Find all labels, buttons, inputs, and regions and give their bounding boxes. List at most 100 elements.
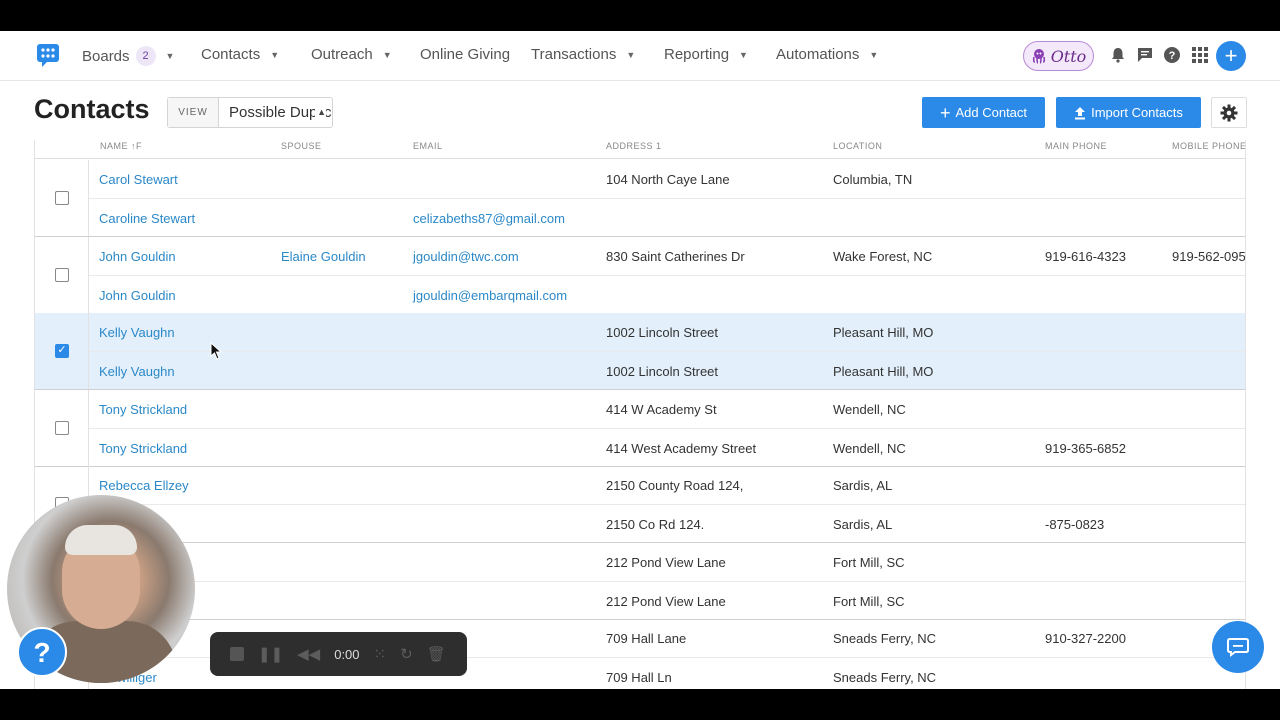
cell-location: Sardis, AL [833, 478, 893, 493]
help-circle-icon[interactable]: ? [1163, 46, 1181, 64]
cell-location: Pleasant Hill, MO [833, 325, 934, 340]
cell-address: 104 North Caye Lane [606, 172, 730, 187]
nav-boards[interactable]: Boards 2 ▼ [82, 46, 174, 66]
restart-icon[interactable]: ↻ [400, 645, 413, 663]
nav-transactions-label: Transactions [531, 46, 617, 63]
chevron-down-icon: ▼ [382, 49, 392, 60]
view-select[interactable]: Possible Duplicates ▲ [219, 98, 332, 127]
duplicate-group: Rebecca Ellzey 2150 County Road 124, Sardi… [35, 466, 1245, 543]
top-navigation: Boards 2 ▼ Contacts ▼ Outreach ▼ Online … [0, 31, 1280, 81]
cell-address: 1002 Lincoln Street [606, 325, 719, 340]
group-checkbox[interactable]: ✓ [55, 344, 69, 358]
cell-main-phone: 910-327-2200 [1045, 631, 1126, 646]
table-row[interactable]: John Gouldin Elaine Gouldin jgouldin@twc.c… [89, 237, 1245, 275]
select-cell [35, 389, 89, 466]
column-header-address[interactable]: ADDRESS 1 [606, 140, 662, 152]
stop-icon[interactable] [230, 647, 244, 661]
cell-location: Sneads Ferry, NC [833, 631, 937, 646]
chevron-down-icon: ▼ [165, 51, 175, 61]
contacts-table: NAME ↑F SPOUSE EMAIL ADDRESS 1 LOCATION … [34, 140, 1246, 689]
cell-location: Fort Mill, SC [833, 593, 905, 609]
column-header-spouse[interactable]: SPOUSE [281, 140, 322, 152]
cell-email[interactable]: jgouldin@embarqmail.com [413, 288, 567, 303]
column-header-name[interactable]: NAME ↑F [100, 140, 142, 152]
cell-name[interactable]: Kelly Vaughn [99, 325, 175, 340]
upload-icon [1075, 106, 1086, 119]
import-contacts-label: Import Contacts [1091, 105, 1183, 120]
column-header-location[interactable]: LOCATION [833, 140, 882, 152]
nav-reporting[interactable]: Reporting ▼ [664, 46, 748, 63]
group-checkbox[interactable] [55, 267, 69, 282]
message-icon[interactable] [1136, 46, 1154, 64]
settings-button[interactable] [1211, 97, 1247, 128]
view-selector[interactable]: VIEW Possible Duplicates ▲ [167, 97, 333, 128]
add-contact-button[interactable]: + Add Contact [922, 97, 1045, 128]
cell-name[interactable]: Tony Strickland [99, 402, 187, 417]
table-row[interactable]: Kelly Vaughn 1002 Lincoln Street Pleasant … [89, 351, 1245, 389]
table-row[interactable]: John Gouldin jgouldin@embarqmail.com [89, 274, 1245, 313]
cell-location: Fort Mill, SC [833, 554, 905, 570]
apps-grid-icon[interactable] [1191, 46, 1209, 64]
nav-contacts[interactable]: Contacts ▼ [201, 46, 279, 63]
duplicate-group: Tony Strickland 414 W Academy St Wendell, … [35, 389, 1245, 467]
cell-main-phone: 919-365-6852 [1045, 440, 1126, 456]
select-arrows-icon: ▲ [315, 98, 326, 127]
import-contacts-button[interactable]: Import Contacts [1056, 97, 1201, 128]
chat-button[interactable] [1212, 621, 1264, 673]
cell-location: Pleasant Hill, MO [833, 364, 934, 379]
cell-address: 1002 Lincoln Street [606, 364, 719, 379]
nav-outreach-label: Outreach [311, 46, 373, 63]
nav-online-giving[interactable]: Online Giving [420, 46, 510, 63]
help-button[interactable]: ? [17, 627, 67, 677]
create-new-button[interactable]: + [1216, 41, 1246, 71]
cell-name[interactable]: John Gouldin [99, 288, 176, 303]
chevron-down-icon: ▼ [739, 49, 748, 60]
app-logo-icon[interactable] [36, 43, 60, 67]
select-cell [35, 236, 89, 313]
cell-address: 830 Saint Catherines Dr [606, 248, 745, 264]
cell-address: 2150 County Road 124, [606, 478, 744, 493]
chevron-down-icon: ▼ [626, 49, 636, 60]
cell-address: 709 Hall Ln [606, 670, 672, 685]
table-row[interactable]: 212 Pond View Lane Fort Mill, SC [89, 543, 1245, 581]
grid-icon[interactable]: ⁙ [374, 645, 387, 663]
table-row[interactable]: Carol Stewart 104 North Caye Lane Columbia… [89, 160, 1245, 198]
cell-name[interactable]: Caroline Stewart [99, 211, 195, 226]
cell-name[interactable]: Rebecca Ellzey [99, 478, 189, 493]
column-header-mobile-phone[interactable]: MOBILE PHONE [1172, 140, 1245, 152]
page-title: Contacts [34, 94, 150, 124]
rewind-icon[interactable]: ◀◀ [297, 645, 320, 663]
table-row[interactable]: 212 Pond View Lane Fort Mill, SC [89, 580, 1245, 619]
cell-email[interactable]: celizabeths87@gmail.com [413, 211, 565, 226]
cell-name[interactable]: Carol Stewart [99, 172, 178, 187]
cell-main-phone: 919-616-4323 [1045, 248, 1126, 264]
select-cell [35, 160, 89, 236]
nav-transactions[interactable]: Transactions ▼ [531, 46, 635, 63]
view-label: VIEW [168, 98, 219, 127]
cell-name[interactable]: John Gouldin [99, 249, 176, 264]
cell-address: 212 Pond View Lane [606, 593, 726, 609]
cell-spouse[interactable]: Elaine Gouldin [281, 249, 366, 264]
group-checkbox[interactable] [55, 420, 69, 435]
trash-icon[interactable]: 🗑 [427, 645, 446, 663]
table-row[interactable]: Tony Strickland 414 West Academy Street We… [89, 427, 1245, 466]
table-row[interactable]: Kelly Vaughn 1002 Lincoln Street Pleasant … [89, 313, 1245, 351]
select-cell: ✓ [35, 313, 89, 389]
column-header-email[interactable]: EMAIL [413, 140, 443, 152]
nav-outreach[interactable]: Outreach ▼ [311, 46, 392, 63]
cell-name[interactable]: Kelly Vaughn [99, 364, 175, 379]
nav-automations[interactable]: Automations ▼ [776, 46, 878, 63]
cell-location: Sneads Ferry, NC [833, 670, 937, 685]
table-row[interactable]: ezey2150 Co Rd 124.Sardis, AL-875-0823 [89, 504, 1245, 542]
cell-email[interactable]: jgouldin@twc.com [413, 249, 519, 264]
group-checkbox[interactable] [55, 191, 69, 205]
bell-icon[interactable] [1109, 46, 1127, 64]
column-header-main-phone[interactable]: MAIN PHONE [1045, 140, 1107, 152]
cell-location: Wake Forest, NC [833, 248, 933, 264]
pause-icon[interactable]: ❚❚ [258, 645, 283, 663]
table-row[interactable]: Tony Strickland 414 W Academy St Wendell, … [89, 390, 1245, 428]
otto-assistant-button[interactable]: Otto [1023, 41, 1094, 71]
table-row[interactable]: Rebecca Ellzey 2150 County Road 124, Sardi… [89, 466, 1245, 504]
table-row[interactable]: Caroline Stewart celizabeths87@gmail.com [89, 198, 1245, 236]
cell-name[interactable]: Tony Strickland [99, 441, 187, 456]
